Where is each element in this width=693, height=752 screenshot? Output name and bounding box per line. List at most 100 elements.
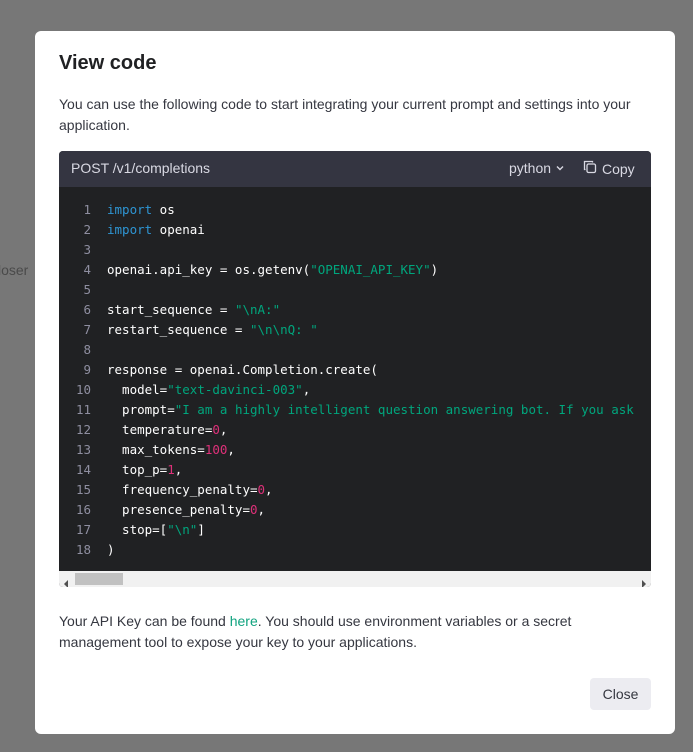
line-content: max_tokens=100, <box>107 440 235 460</box>
line-number: 2 <box>83 222 91 237</box>
line-number: 5 <box>83 282 91 297</box>
line-number: 4 <box>83 262 91 277</box>
code-token: max_tokens= <box>107 442 205 457</box>
code-line: 17 stop=["\n"] <box>59 520 651 540</box>
copy-button[interactable]: Copy <box>583 160 635 177</box>
code-token: response = openai.Completion.create( <box>107 362 378 377</box>
line-content: stop=["\n"] <box>107 520 205 540</box>
line-content: restart_sequence = "\n\nQ: " <box>107 320 318 340</box>
code-token: 0 <box>212 422 220 437</box>
line-content: import openai <box>107 220 205 240</box>
line-number: 18 <box>75 542 91 557</box>
code-body[interactable]: 1 import os 2 import openai 3 4 openai.api_key… <box>59 187 651 571</box>
line-number: 14 <box>75 462 91 477</box>
code-token: openai <box>152 222 205 237</box>
line-number: 9 <box>83 362 91 377</box>
line-number: 1 <box>83 202 91 217</box>
code-line: 16 presence_penalty=0, <box>59 500 651 520</box>
code-line: 6 start_sequence = "\nA:" <box>59 300 651 320</box>
code-line: 13 max_tokens=100, <box>59 440 651 460</box>
code-token: "\nA:" <box>234 302 281 317</box>
code-token: 1 <box>167 462 175 477</box>
code-line: 12 temperature=0, <box>59 420 651 440</box>
line-number: 11 <box>75 402 91 417</box>
code-token: os <box>152 202 175 217</box>
code-token: ] <box>197 522 205 537</box>
code-token: "text-davinci-003" <box>167 382 303 397</box>
scroll-left-arrow-icon[interactable] <box>63 575 69 587</box>
line-number: 12 <box>75 422 91 437</box>
line-number: 15 <box>75 482 91 497</box>
code-token: 0 <box>257 482 266 497</box>
line-number: 8 <box>83 342 91 357</box>
endpoint-label: POST /v1/completions <box>71 160 211 176</box>
code-token: "\n\nQ: " <box>250 322 318 337</box>
code-line: 3 <box>59 240 651 260</box>
view-code-modal: View code You can use the following code… <box>35 31 675 734</box>
code-line: 2 import openai <box>59 220 651 240</box>
code-token: , <box>219 422 228 437</box>
code-token: stop=[ <box>107 522 168 537</box>
code-line: 4 openai.api_key = os.getenv("OPENAI_API_… <box>59 260 651 280</box>
code-line: 8 <box>59 340 651 360</box>
code-token: , <box>174 462 183 477</box>
line-content: response = openai.Completion.create( <box>107 360 378 380</box>
line-content: top_p=1, <box>107 460 182 480</box>
code-token: "OPENAI_API_KEY" <box>310 262 431 277</box>
line-number: 16 <box>75 502 91 517</box>
copy-icon <box>583 160 597 177</box>
code-token: 0 <box>250 502 258 517</box>
api-key-note: Your API Key can be found here. You shou… <box>59 611 651 653</box>
api-key-note-before: Your API Key can be found <box>59 613 230 629</box>
code-token: top_p= <box>107 462 168 477</box>
scroll-right-arrow-icon[interactable] <box>641 575 647 587</box>
code-line: 15 frequency_penalty=0, <box>59 480 651 500</box>
code-token: "I am a highly intelligent question answ… <box>174 402 634 417</box>
line-content: presence_penalty=0, <box>107 500 265 520</box>
scrollbar-thumb[interactable] <box>75 573 123 585</box>
modal-description: You can use the following code to start … <box>59 96 631 133</box>
code-token: prompt= <box>107 402 175 417</box>
code-token: model= <box>107 382 168 397</box>
line-content: temperature=0, <box>107 420 227 440</box>
horizontal-scrollbar[interactable] <box>59 571 651 587</box>
code-token: presence_penalty= <box>107 502 250 517</box>
code-token: ) <box>107 542 115 557</box>
modal-title: View code <box>59 52 157 74</box>
line-content: import os <box>107 200 175 220</box>
line-number: 13 <box>75 442 91 457</box>
code-token: , <box>257 502 266 517</box>
code-line: 14 top_p=1, <box>59 460 651 480</box>
code-token: openai.api_key = os.getenv( <box>107 262 311 277</box>
code-token: frequency_penalty= <box>107 482 258 497</box>
code-block: POST /v1/completions python Copy 1 import… <box>59 151 651 587</box>
code-token: restart_sequence = <box>107 322 250 337</box>
copy-button-label: Copy <box>602 160 635 177</box>
line-number: 6 <box>83 302 91 317</box>
code-token: "\n" <box>167 522 198 537</box>
line-number: 3 <box>83 242 91 257</box>
code-token: , <box>265 482 273 497</box>
code-line: 11 prompt="I am a highly intelligent que… <box>59 400 651 420</box>
language-select[interactable]: python <box>509 160 565 176</box>
line-content: openai.api_key = os.getenv("OPENAI_API_K… <box>107 260 438 280</box>
close-button[interactable]: Close <box>590 678 651 710</box>
code-token: start_sequence = <box>107 302 235 317</box>
api-key-link[interactable]: here <box>230 613 258 629</box>
line-content: frequency_penalty=0, <box>107 480 273 500</box>
code-line: 7 restart_sequence = "\n\nQ: " <box>59 320 651 340</box>
code-token: import <box>107 222 153 237</box>
line-content: model="text-davinci-003", <box>107 380 310 400</box>
code-token: temperature= <box>107 422 213 437</box>
code-token: ) <box>430 262 439 277</box>
chevron-down-icon <box>555 160 565 176</box>
line-content: start_sequence = "\nA:" <box>107 300 280 320</box>
code-token: , <box>227 442 235 457</box>
background-partial-text: loser <box>0 262 29 278</box>
code-line: 10 model="text-davinci-003", <box>59 380 651 400</box>
language-select-label: python <box>509 160 552 176</box>
code-header: POST /v1/completions python Copy <box>59 151 651 187</box>
code-line: 9 response = openai.Completion.create( <box>59 360 651 380</box>
line-number: 7 <box>83 322 91 337</box>
code-line: 18) <box>59 540 651 560</box>
